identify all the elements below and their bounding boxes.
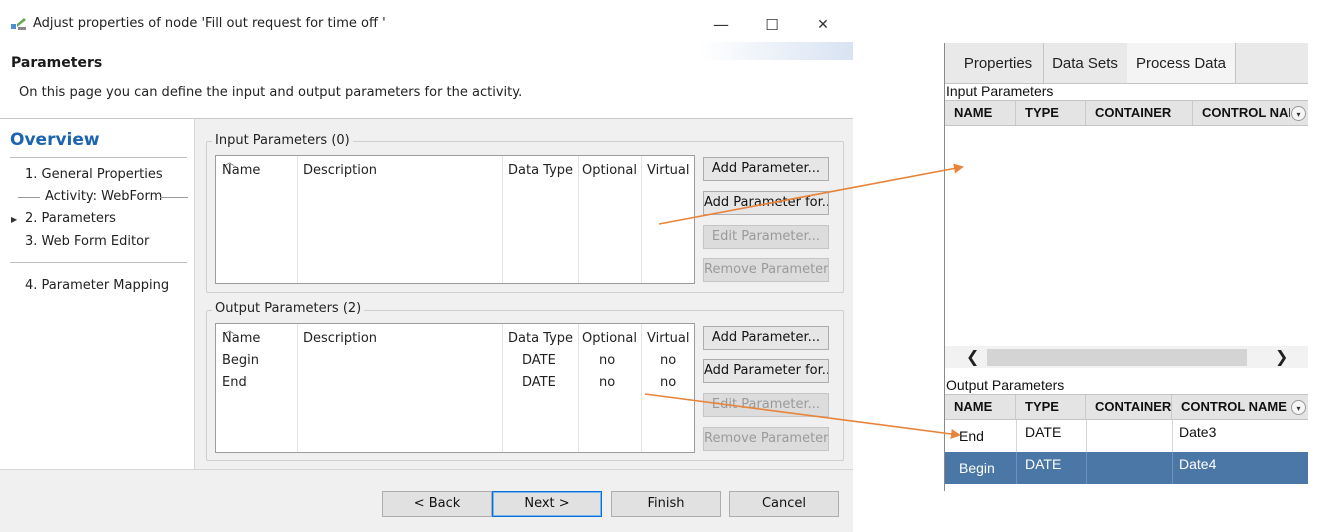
next-button[interactable]: Next > [492, 491, 602, 517]
output-add-parameter-for-button[interactable]: Add Parameter for... [703, 359, 829, 383]
column-header-description[interactable]: Description [303, 163, 377, 178]
maximize-button[interactable]: ☐ [755, 12, 789, 38]
panel-output-row-end[interactable]: End DATE Date3 [945, 420, 1308, 453]
column-divider [641, 324, 642, 452]
column-divider [578, 156, 579, 283]
column-header-name[interactable]: Name [222, 331, 260, 346]
nav-divider [10, 157, 187, 158]
group-line-right [160, 197, 188, 198]
input-parameters-table[interactable]: ︿ Name Description Data Type Optional Vi… [215, 155, 695, 284]
app-icon [11, 18, 26, 30]
panel-output-col-name[interactable]: NAME [945, 395, 1016, 419]
column-divider [641, 156, 642, 283]
column-header-virtual[interactable]: Virtual [647, 331, 689, 346]
nav-group-activity: Activity: WebForm [18, 189, 188, 205]
nav-item-general-properties[interactable]: 1. General Properties [25, 167, 163, 182]
nav-divider [10, 262, 187, 263]
column-header-virtual[interactable]: Virtual [647, 163, 689, 178]
column-divider [502, 324, 503, 452]
input-add-parameter-for-button[interactable]: Add Parameter for... [703, 191, 829, 215]
panel-output-table-header: NAME TYPE CONTAINER CONTROL NAME ▾ [945, 394, 1308, 420]
cell-divider [1086, 420, 1087, 452]
column-header-optional[interactable]: Optional [582, 331, 637, 346]
output-remove-parameter-button[interactable]: Remove Parameter [703, 427, 829, 451]
panel-output-col-type[interactable]: TYPE [1016, 395, 1086, 419]
panel-row-control-name: Date4 [1179, 456, 1217, 472]
nav-item-parameters[interactable]: 2. Parameters [25, 211, 116, 226]
row-begin-optional: no [599, 353, 616, 368]
column-header-data-type[interactable]: Data Type [508, 163, 573, 178]
tab-process-data[interactable]: Process Data [1127, 43, 1236, 83]
row-end-optional: no [599, 375, 616, 390]
panel-row-type: DATE [1025, 456, 1062, 472]
panel-input-col-control-name[interactable]: CONTROL NAME [1193, 101, 1290, 125]
finish-button[interactable]: Finish [611, 491, 721, 517]
panel-input-table-header: NAME TYPE CONTAINER CONTROL NAME ▾ [945, 100, 1308, 126]
cell-divider [1172, 420, 1173, 452]
column-header-name[interactable]: Name [222, 163, 260, 178]
column-divider [297, 324, 298, 452]
scroll-left-icon[interactable]: ❮ [966, 347, 979, 366]
page-title: Parameters [11, 55, 103, 71]
current-page-marker-icon: ▶ [11, 215, 18, 224]
panel-tab-bar: Properties Data Sets Process Data [945, 43, 1308, 84]
cell-divider [1086, 452, 1087, 484]
output-add-parameter-button[interactable]: Add Parameter... [703, 326, 829, 350]
panel-row-control-name: Date3 [1179, 424, 1217, 440]
window-title: Adjust properties of node 'Fill out requ… [33, 16, 386, 31]
panel-output-col-container[interactable]: CONTAINER [1086, 395, 1172, 419]
panel-input-col-type[interactable]: TYPE [1016, 101, 1086, 125]
column-divider [502, 156, 503, 283]
column-menu-icon[interactable]: ▾ [1291, 106, 1306, 121]
panel-input-col-name[interactable]: NAME [945, 101, 1016, 125]
panel-input-table-body[interactable] [945, 126, 1308, 346]
input-parameters-label: Input Parameters (0) [212, 133, 353, 148]
column-menu-icon[interactable]: ▾ [1291, 400, 1306, 415]
panel-row-type: DATE [1025, 424, 1062, 440]
panel-row-name: End [959, 428, 984, 444]
column-divider [297, 156, 298, 283]
output-edit-parameter-button[interactable]: Edit Parameter... [703, 393, 829, 417]
close-button[interactable]: ✕ [806, 12, 840, 38]
minimize-button[interactable]: — [704, 12, 738, 38]
scrollbar-thumb[interactable] [987, 349, 1247, 366]
page-description: On this page you can define the input an… [19, 85, 523, 100]
input-add-parameter-button[interactable]: Add Parameter... [703, 157, 829, 181]
row-begin-type: DATE [522, 353, 556, 368]
row-begin-virtual: no [660, 353, 677, 368]
scroll-right-icon[interactable]: ❯ [1275, 347, 1288, 366]
nav-group-label: Activity: WebForm [45, 189, 163, 204]
output-parameters-table[interactable]: ︿ Name Description Data Type Optional Vi… [215, 323, 695, 453]
column-header-data-type[interactable]: Data Type [508, 331, 573, 346]
tab-properties[interactable]: Properties [953, 43, 1044, 83]
column-header-description[interactable]: Description [303, 331, 377, 346]
input-remove-parameter-button[interactable]: Remove Parameter [703, 258, 829, 282]
cell-divider [1016, 420, 1017, 452]
header-decoration [700, 42, 853, 60]
row-end-virtual: no [660, 375, 677, 390]
cell-divider [1016, 452, 1017, 484]
panel-output-row-begin-selected[interactable]: Begin DATE Date4 [945, 452, 1308, 484]
tab-data-sets[interactable]: Data Sets [1043, 43, 1128, 83]
panel-input-parameters-label: Input Parameters [946, 83, 1054, 99]
panel-input-col-container[interactable]: CONTAINER [1086, 101, 1193, 125]
nav-title: Overview [10, 130, 100, 150]
panel-row-name: Begin [959, 460, 995, 476]
row-begin-name[interactable]: Begin [222, 353, 259, 368]
column-divider [578, 324, 579, 452]
output-parameters-label: Output Parameters (2) [212, 301, 365, 316]
column-header-optional[interactable]: Optional [582, 163, 637, 178]
cell-divider [1172, 452, 1173, 484]
input-edit-parameter-button[interactable]: Edit Parameter... [703, 225, 829, 249]
group-line-left [18, 197, 40, 198]
nav-item-web-form-editor[interactable]: 3. Web Form Editor [25, 234, 149, 249]
cancel-button[interactable]: Cancel [729, 491, 839, 517]
row-end-type: DATE [522, 375, 556, 390]
row-end-name[interactable]: End [222, 375, 247, 390]
panel-output-parameters-label: Output Parameters [946, 377, 1065, 393]
panel-output-col-control-name[interactable]: CONTROL NAME [1172, 395, 1290, 419]
back-button[interactable]: < Back [382, 491, 492, 517]
nav-item-parameter-mapping[interactable]: 4. Parameter Mapping [25, 278, 169, 293]
